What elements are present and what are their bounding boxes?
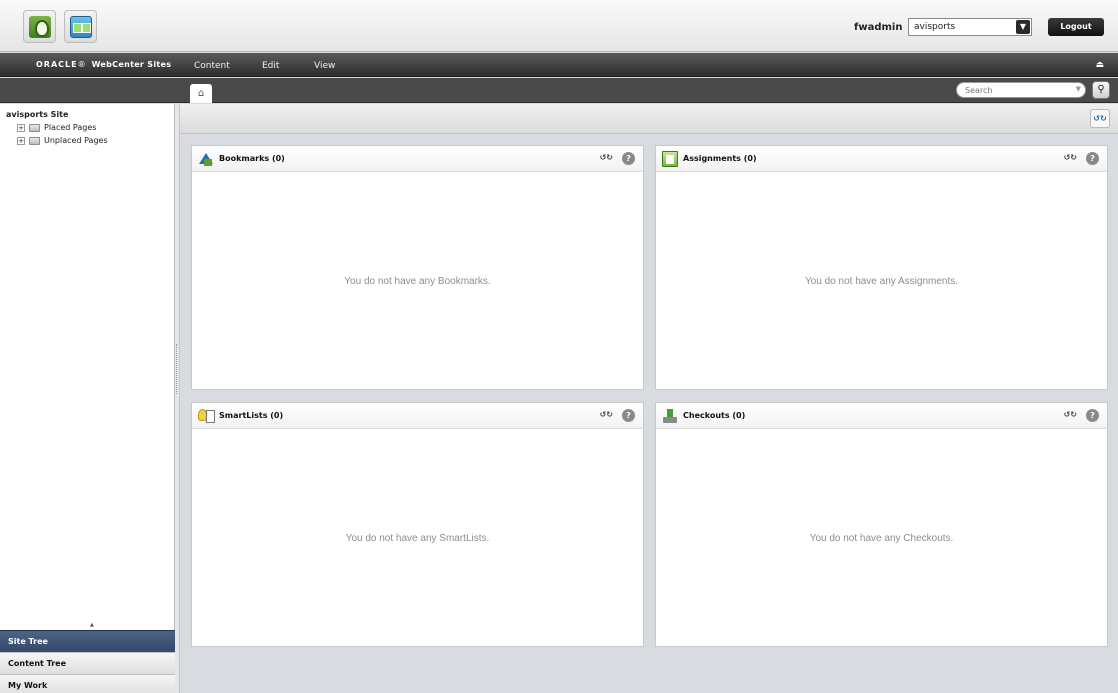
refresh-icon: ↺↻	[1093, 114, 1107, 123]
help-icon[interactable]: ?	[1086, 152, 1099, 165]
contributor-app-button[interactable]	[23, 10, 56, 43]
empty-message: You do not have any Assignments.	[804, 276, 959, 287]
menu-view[interactable]: View	[314, 61, 335, 71]
collapse-header-icon[interactable]: ⏏	[1095, 60, 1104, 70]
refresh-icon[interactable]: ↺↻	[1064, 410, 1077, 419]
oracle-logo: ORACLE® WebCenter Sites	[36, 60, 172, 69]
admin-app-button[interactable]	[64, 10, 97, 43]
nav-content-tree[interactable]: Content Tree	[0, 652, 175, 674]
tree-node-label: Placed Pages	[44, 123, 97, 132]
contributor-app-icon	[29, 16, 51, 38]
panel-title: Checkouts (0)	[683, 411, 746, 420]
refresh-icon[interactable]: ↺↻	[600, 153, 613, 162]
dashboard-toolbar	[180, 104, 1118, 134]
clipboard-icon	[662, 151, 678, 167]
nav-my-work[interactable]: My Work	[0, 674, 175, 693]
panel-header: Bookmarks (0) ↺↻ ?	[192, 146, 643, 172]
sidebar: avisports Site + Placed Pages + Unplaced…	[0, 104, 175, 693]
refresh-icon[interactable]: ↺↻	[1064, 153, 1077, 162]
menu-edit[interactable]: Edit	[262, 61, 279, 71]
expand-icon[interactable]: +	[17, 123, 25, 132]
username-label: fwadmin	[854, 22, 903, 33]
menu-content[interactable]: Content	[194, 61, 230, 71]
splitter-grip[interactable]	[176, 344, 178, 394]
search-options-icon[interactable]: ▼	[1076, 85, 1081, 93]
help-icon[interactable]: ?	[622, 409, 635, 422]
search-input[interactable]	[957, 83, 1067, 97]
search-button[interactable]: ⚲	[1092, 81, 1110, 99]
site-select-value: avisports	[914, 22, 956, 32]
menu-bar: ORACLE® WebCenter Sites Content Edit Vie…	[0, 53, 1118, 77]
panel-header: Assignments (0) ↺↻ ?	[656, 146, 1107, 172]
folder-icon	[29, 136, 40, 145]
admin-app-icon	[70, 16, 92, 38]
expand-icon[interactable]: +	[17, 136, 25, 145]
panel-header: SmartLists (0) ↺↻ ?	[192, 403, 643, 429]
help-icon[interactable]: ?	[622, 152, 635, 165]
empty-message: You do not have any Bookmarks.	[344, 276, 491, 287]
checkout-icon	[662, 408, 678, 424]
bookmark-icon	[198, 151, 214, 167]
bookmarks-panel: Bookmarks (0) ↺↻ ? You do not have any B…	[191, 145, 644, 390]
tree-node-label: Unplaced Pages	[44, 136, 108, 145]
tree-node-placed-pages[interactable]: + Placed Pages	[17, 123, 96, 132]
sidebar-collapse-icon[interactable]: ▲	[90, 622, 94, 628]
chevron-down-icon[interactable]: ▼	[1016, 20, 1030, 34]
panel-title: Bookmarks (0)	[219, 154, 285, 163]
home-icon: ⌂	[197, 88, 205, 99]
panel-title: Assignments (0)	[683, 154, 757, 163]
nav-site-tree[interactable]: Site Tree	[0, 630, 175, 652]
tab-bar: ⌂ ▼ ⚲	[0, 78, 1118, 103]
home-tab[interactable]: ⌂	[190, 84, 212, 103]
refresh-icon[interactable]: ↺↻	[600, 410, 613, 419]
smartlists-panel: SmartLists (0) ↺↻ ? You do not have any …	[191, 402, 644, 647]
assignments-panel: Assignments (0) ↺↻ ? You do not have any…	[655, 145, 1108, 390]
folder-icon	[29, 123, 40, 132]
panel-title: SmartLists (0)	[219, 411, 284, 420]
logout-button[interactable]: Logout	[1048, 18, 1104, 36]
smartlist-icon	[198, 408, 215, 424]
empty-message: You do not have any Checkouts.	[809, 533, 954, 544]
refresh-all-button[interactable]: ↺↻	[1090, 109, 1110, 128]
search-box: ▼	[956, 82, 1086, 98]
tree-node-unplaced-pages[interactable]: + Unplaced Pages	[17, 136, 108, 145]
empty-message: You do not have any SmartLists.	[345, 533, 490, 544]
sidebar-splitter[interactable]	[175, 104, 180, 693]
magnifier-icon: ⚲	[1097, 84, 1105, 95]
help-icon[interactable]: ?	[1086, 409, 1099, 422]
oracle-brand-text: ORACLE	[36, 60, 78, 69]
site-tree-root[interactable]: avisports Site	[6, 110, 68, 119]
top-bar: fwadmin avisports ▼ Logout	[0, 0, 1118, 52]
site-select[interactable]: avisports ▼	[908, 18, 1032, 36]
checkouts-panel: Checkouts (0) ↺↻ ? You do not have any C…	[655, 402, 1108, 647]
panel-header: Checkouts (0) ↺↻ ?	[656, 403, 1107, 429]
product-name: WebCenter Sites	[91, 60, 172, 69]
